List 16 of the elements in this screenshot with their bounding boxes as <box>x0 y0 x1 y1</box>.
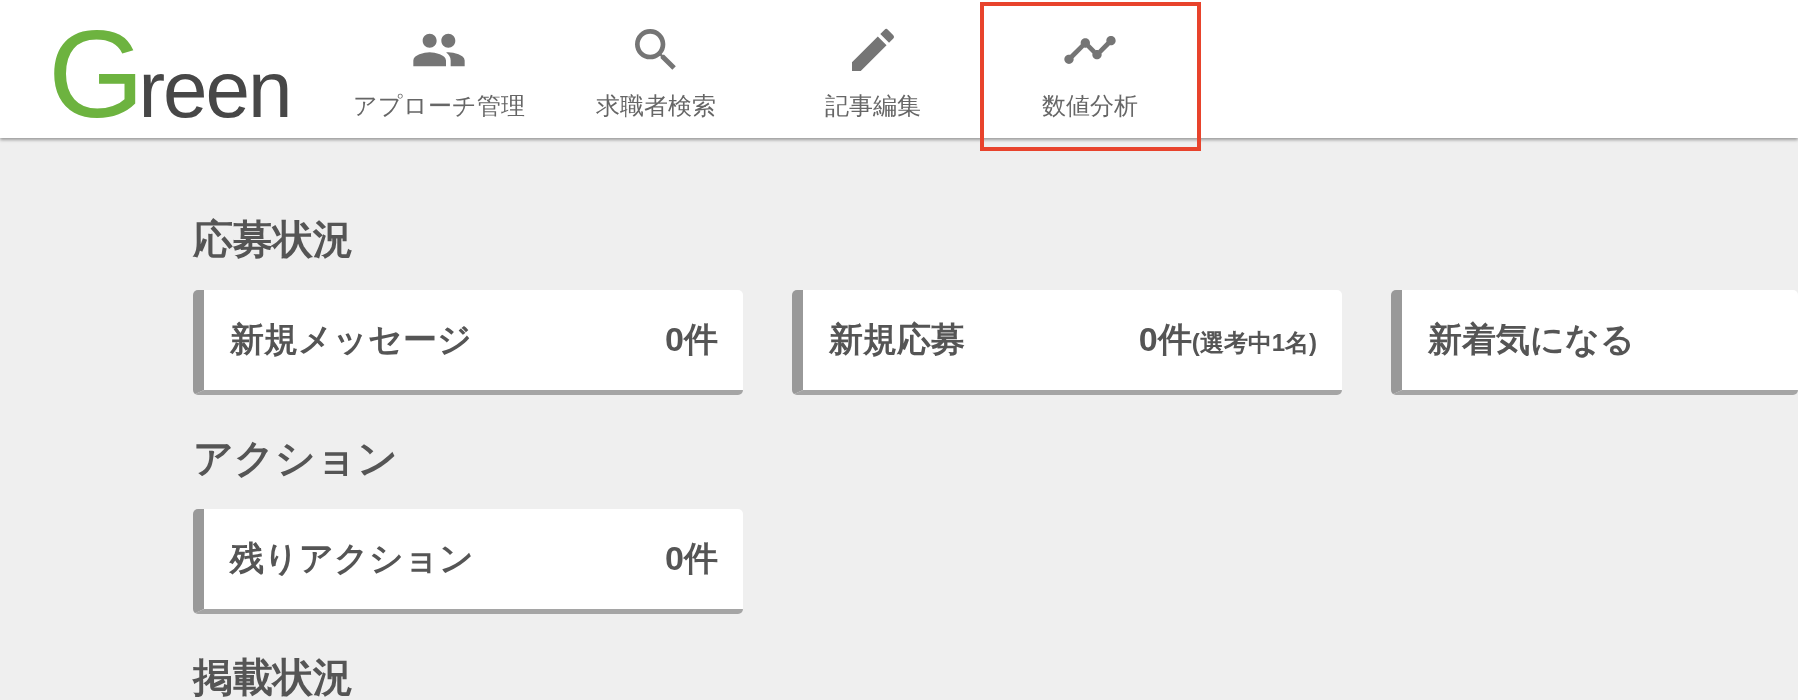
nav-button[interactable]: アプローチ管理 <box>345 0 534 138</box>
count-note: (選考中1名) <box>1191 329 1317 358</box>
logo[interactable]: Green <box>48 12 291 136</box>
section-title: アクション <box>193 435 398 481</box>
section-title: 掲載状況 <box>193 654 353 700</box>
card-label: 新規応募 <box>829 319 965 360</box>
nav-button[interactable]: 記事編集 <box>817 0 930 138</box>
card-label: 残りアクション <box>230 538 474 579</box>
count-value: 0件 <box>665 538 718 579</box>
card-label: 新着気になる <box>1428 319 1635 360</box>
card-label: 新規メッセージ <box>230 319 472 360</box>
count-value: 0件 <box>1138 319 1192 360</box>
section-title: 応募状況 <box>193 216 353 262</box>
count-value: 0件 <box>665 319 718 360</box>
nav-button[interactable]: 数値分析 <box>1034 0 1147 138</box>
nav-button[interactable]: 求職者検索 <box>588 0 725 138</box>
